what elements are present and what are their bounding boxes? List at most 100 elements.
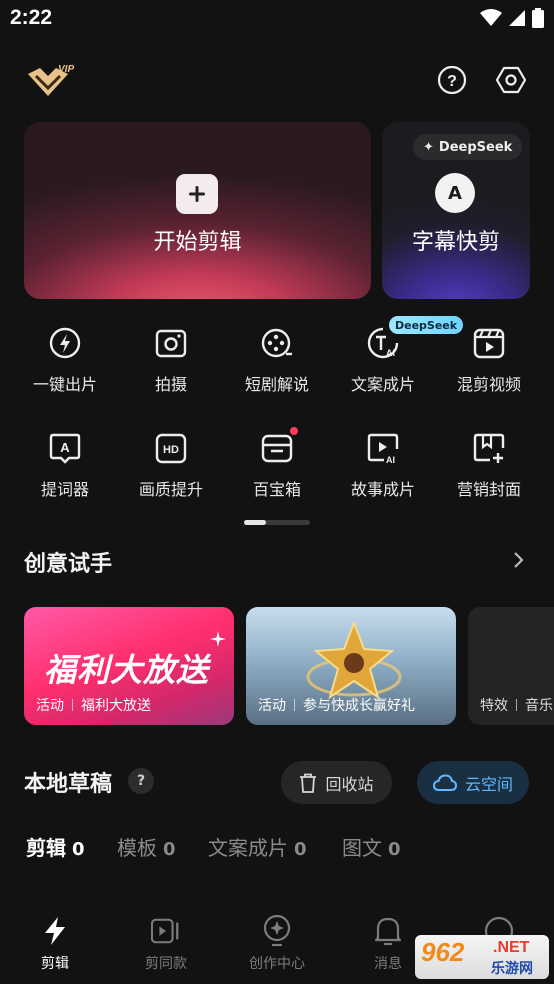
draft-tab-template[interactable]: 模板 0 [117, 832, 176, 861]
draft-tab-count: 0 [163, 839, 176, 860]
creative-card-tag: 特效 [480, 698, 508, 714]
draft-tab-label: 图文 [342, 836, 382, 860]
tool-quality-boost[interactable]: HD 画质提升 [121, 430, 221, 510]
subtitle-edit-label: 字幕快剪 [411, 230, 500, 255]
tool-label: 营销封面 [456, 480, 521, 499]
tool-label: 短剧解说 [244, 375, 309, 394]
drafts-help-icon[interactable]: ? [128, 768, 154, 794]
svg-text:A: A [60, 440, 70, 455]
chevron-right-icon [514, 552, 524, 568]
creative-card-welfare[interactable]: 福利大放送 活动 福利大放送 [24, 607, 234, 725]
divider [294, 699, 295, 711]
draft-tab-copy-video[interactable]: 文案成片 0 [208, 832, 307, 861]
watermark-number: 962 [421, 937, 465, 967]
subtitle-avatar-icon: A [435, 173, 475, 213]
battery-icon [532, 8, 544, 28]
start-edit-card[interactable]: 开始剪辑 [24, 122, 371, 299]
draft-tab-label: 文案成片 [208, 836, 288, 860]
svg-text:AI: AI [386, 348, 395, 358]
story-ai-icon: AI [365, 430, 401, 466]
gold-star-trophy-icon [306, 620, 402, 700]
lightning-icon [40, 915, 70, 947]
watermark-site: 乐游网 [491, 961, 533, 977]
plus-icon [176, 174, 218, 214]
hd-icon: HD [153, 430, 189, 466]
creative-card-tag: 活动 [36, 698, 64, 714]
nav-label: 剪同款 [145, 956, 187, 972]
cloud-icon [432, 773, 457, 791]
subtitle-edit-card[interactable]: ✦ DeepSeek A 字幕快剪 [382, 122, 530, 299]
tool-label: 一键出片 [32, 375, 97, 394]
divider [516, 699, 517, 711]
creative-more-button[interactable] [506, 548, 530, 572]
creative-card-headline: 福利大放送 [44, 651, 210, 689]
site-watermark: 962 .NET 乐游网 [415, 935, 549, 979]
recycle-bin-button[interactable]: 回收站 [281, 761, 392, 804]
tool-mix-video[interactable]: 混剪视频 [439, 325, 539, 405]
settings-button[interactable] [494, 63, 528, 97]
draft-tab-label: 模板 [117, 836, 157, 860]
creative-card-caption-text: 参与快成长赢好礼 [303, 698, 415, 714]
creative-card-growth[interactable]: 活动 参与快成长赢好礼 [246, 607, 456, 725]
video-template-icon [151, 915, 181, 947]
draft-tab-count: 0 [72, 839, 85, 860]
notification-dot [290, 427, 298, 435]
deepseek-pill-label: DeepSeek [438, 139, 513, 155]
tool-copy-to-video[interactable]: AI 文案成片 [333, 325, 433, 405]
svg-text:HD: HD [163, 444, 179, 456]
nav-edit[interactable]: 剪辑 [10, 915, 100, 975]
creative-card-effects[interactable]: 特效 音乐 [468, 607, 554, 725]
svg-text:AI: AI [386, 455, 395, 465]
nav-label: 剪辑 [41, 956, 69, 972]
status-time: 2:22 [10, 6, 53, 29]
draft-tab-image-text[interactable]: 图文 0 [342, 832, 401, 861]
tool-label: 拍摄 [154, 375, 187, 394]
cloud-space-button[interactable]: 云空间 [417, 761, 529, 804]
signal-icon [509, 10, 525, 26]
creative-section-title: 创意试手 [24, 552, 113, 577]
creative-card-caption: 活动 参与快成长赢好礼 [258, 695, 415, 715]
creative-card-caption-text: 福利大放送 [81, 698, 151, 714]
tool-label: 提词器 [40, 480, 89, 499]
tool-story-video[interactable]: AI 故事成片 [333, 430, 433, 510]
tool-label: 文案成片 [350, 375, 415, 394]
tool-toolbox[interactable]: 百宝箱 [227, 430, 327, 510]
wifi-icon [480, 9, 502, 26]
sparkle-icon: ✦ [423, 139, 434, 155]
start-edit-label: 开始剪辑 [153, 230, 242, 255]
draft-tab-label: 剪辑 [26, 836, 66, 860]
vip-label: VIP [58, 64, 74, 75]
tool-teleprompter[interactable]: A 提词器 [15, 430, 115, 510]
tool-marketing-cover[interactable]: 营销封面 [439, 430, 539, 510]
bell-icon [373, 915, 403, 947]
camera-icon [153, 325, 189, 361]
help-button[interactable]: ? [435, 63, 469, 97]
vip-badge-icon: VIP [28, 64, 74, 96]
nav-creation-center[interactable]: 创作中心 [232, 915, 322, 975]
teleprompter-icon: A [47, 430, 83, 466]
tool-label: 百宝箱 [252, 480, 301, 499]
page-indicator [244, 520, 310, 525]
vip-logo[interactable]: VIP [26, 62, 80, 102]
tool-one-click[interactable]: 一键出片 [15, 325, 115, 405]
tool-label: 故事成片 [350, 480, 415, 499]
draft-tab-count: 0 [294, 839, 307, 860]
toolbox-icon [259, 430, 295, 466]
page-indicator-active [244, 520, 266, 525]
tool-short-drama[interactable]: 短剧解说 [227, 325, 327, 405]
draft-tab-count: 0 [388, 839, 401, 860]
trash-icon [300, 773, 317, 793]
nav-same-style[interactable]: 剪同款 [121, 915, 211, 975]
gear-hexagon-icon [496, 66, 526, 94]
svg-text:?: ? [447, 73, 457, 90]
creative-card-caption-text: 音乐 [525, 698, 553, 714]
creative-card-caption: 活动 福利大放送 [36, 695, 151, 715]
lightning-circle-icon [47, 325, 83, 361]
deepseek-badge: DeepSeek [389, 316, 464, 334]
draft-tab-edit[interactable]: 剪辑 0 [26, 832, 85, 861]
tool-shoot[interactable]: 拍摄 [121, 325, 221, 405]
cloud-space-label: 云空间 [464, 774, 513, 794]
creative-card-caption: 特效 音乐 [480, 695, 553, 715]
nav-label: 创作中心 [249, 956, 305, 972]
sparkle-icon [210, 631, 226, 647]
